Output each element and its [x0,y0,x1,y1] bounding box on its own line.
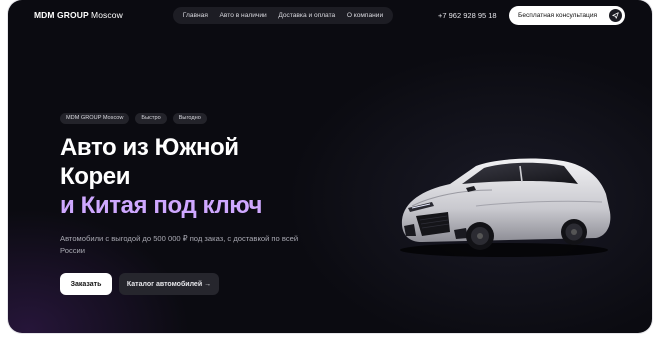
hero-tags: MDM GROUP Moscow Быстро Выгодно [60,113,207,124]
hero-subtitle: Автомобили с выгодой до 500 000 ₽ под за… [60,234,299,255]
tag-brand: MDM GROUP Moscow [60,113,130,124]
hero-frame: MDM GROUP Moscow Главная Авто в наличии … [8,0,652,333]
headline-line-1: Авто из Южной [60,134,239,161]
main-nav: Главная Авто в наличии Доставка и оплата… [173,7,393,24]
nav-item-home[interactable]: Главная [183,12,208,19]
consultation-button[interactable]: Бесплатная консультация [509,6,625,25]
tag-fast: Быстро [135,113,167,124]
logo[interactable]: MDM GROUP Moscow [34,10,123,20]
order-button[interactable]: Заказать [60,273,112,295]
headline-line-3: и Китая под ключ [60,192,263,219]
headline-line-2: Кореи [60,163,131,190]
car-image [400,158,611,257]
catalog-button[interactable]: Каталог автомобилей → [119,273,219,295]
hero-headline: Авто из Южной Кореи и Китая под ключ [60,133,262,220]
nav-item-in-stock[interactable]: Авто в наличии [220,12,267,19]
send-icon [609,9,622,22]
logo-city: Moscow [91,10,123,20]
nav-item-about[interactable]: О компании [347,12,383,19]
phone-number[interactable]: +7 962 928 95 18 [438,11,497,20]
tag-profitable: Выгодно [172,113,207,124]
logo-brand: MDM GROUP [34,10,89,20]
nav-item-delivery[interactable]: Доставка и оплата [278,12,335,19]
consultation-label: Бесплатная консультация [518,12,598,19]
